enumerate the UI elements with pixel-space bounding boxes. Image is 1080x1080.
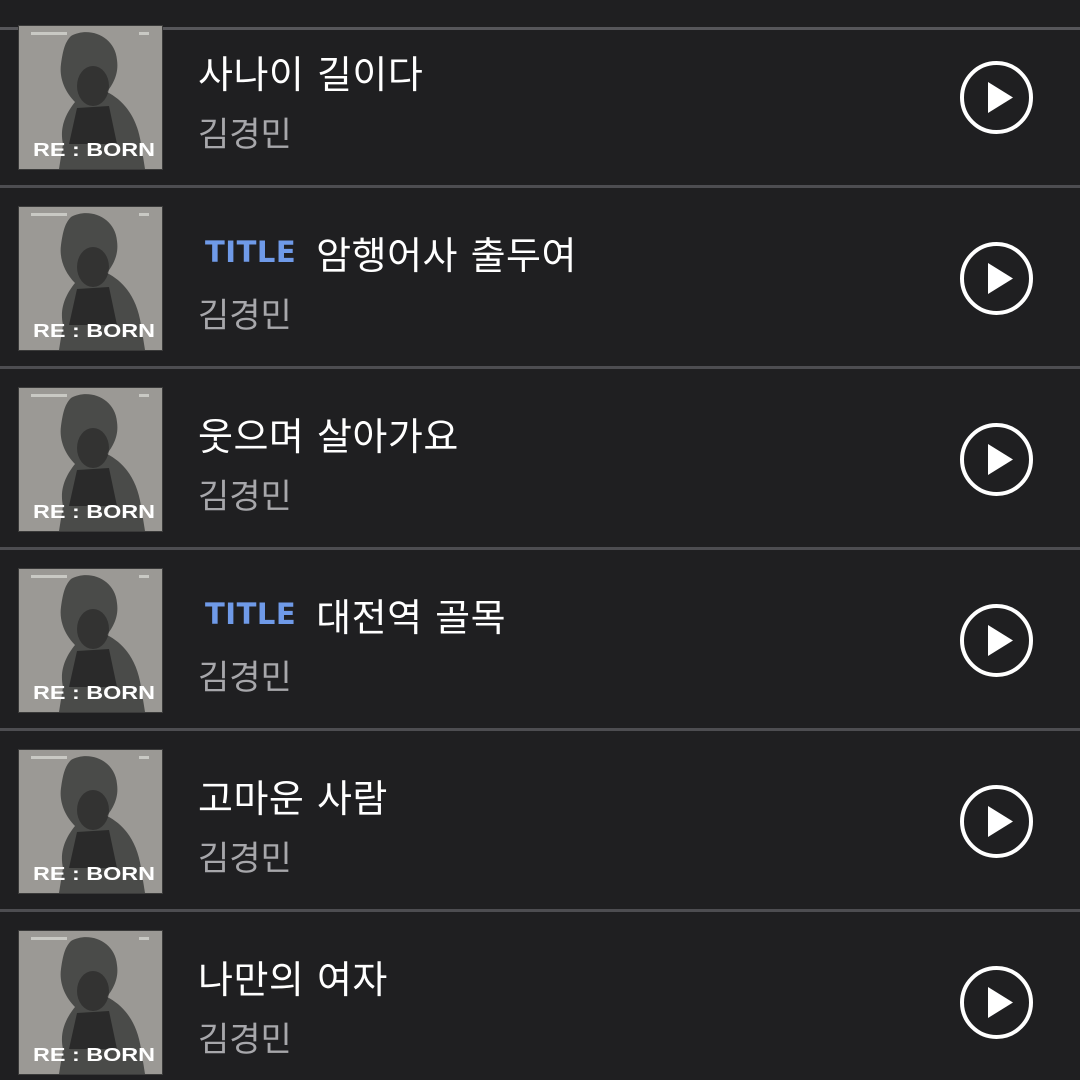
album-art: RE : BORN: [18, 25, 163, 170]
track-title-line: TITLE 대전역 골목: [198, 588, 506, 640]
album-art: RE : BORN: [18, 387, 163, 532]
track-list-screen: RE : BORN 사나이 길이다 김경민 RE : BORN TITLE 암행…: [0, 0, 1080, 1080]
track-title-line: TITLE 암행어사 출두여: [198, 226, 577, 278]
track-row[interactable]: RE : BORN 웃으며 살아가요 김경민: [0, 369, 1080, 550]
track-title: 암행어사 출두여: [316, 233, 577, 278]
track-row[interactable]: RE : BORN 사나이 길이다 김경민: [0, 7, 1080, 188]
album-art-label: RE : BORN: [33, 140, 155, 160]
album-art-label: RE : BORN: [33, 321, 155, 341]
track-title-line: 고마운 사람: [198, 769, 388, 821]
track-row[interactable]: RE : BORN 고마운 사람 김경민: [0, 731, 1080, 912]
track-row[interactable]: RE : BORN 나만의 여자 김경민: [0, 912, 1080, 1080]
album-art: RE : BORN: [18, 749, 163, 894]
track-artist: 김경민: [198, 839, 292, 879]
track-artist: 김경민: [198, 658, 292, 698]
track-artist: 김경민: [198, 115, 292, 155]
play-button[interactable]: [960, 423, 1033, 496]
album-art: RE : BORN: [18, 568, 163, 713]
album-art: RE : BORN: [18, 930, 163, 1075]
play-circle-icon: [988, 82, 1013, 113]
play-button[interactable]: [960, 242, 1033, 315]
album-art-label: RE : BORN: [33, 502, 155, 522]
album-art-label: RE : BORN: [33, 864, 155, 884]
track-title: 사나이 길이다: [198, 52, 424, 97]
play-circle-icon: [988, 444, 1013, 475]
track-row[interactable]: RE : BORN TITLE 대전역 골목 김경민: [0, 550, 1080, 731]
title-badge: TITLE: [205, 235, 297, 269]
track-title: 고마운 사람: [198, 776, 388, 821]
play-button[interactable]: [960, 604, 1033, 677]
album-art-label: RE : BORN: [33, 683, 155, 703]
play-circle-icon: [988, 263, 1013, 294]
track-title: 대전역 골목: [316, 595, 507, 640]
track-title: 나만의 여자: [198, 957, 388, 1002]
track-artist: 김경민: [198, 296, 292, 336]
play-button[interactable]: [960, 785, 1033, 858]
track-title-line: 사나이 길이다: [198, 45, 423, 97]
play-circle-icon: [988, 625, 1013, 656]
track-title: 웃으며 살아가요: [198, 414, 459, 459]
album-art: RE : BORN: [18, 206, 163, 351]
play-button[interactable]: [960, 61, 1033, 134]
track-row[interactable]: RE : BORN TITLE 암행어사 출두여 김경민: [0, 188, 1080, 369]
title-badge: TITLE: [205, 597, 297, 631]
track-list: RE : BORN 사나이 길이다 김경민 RE : BORN TITLE 암행…: [0, 7, 1080, 1080]
track-title-line: 웃으며 살아가요: [198, 407, 459, 459]
play-circle-icon: [988, 987, 1013, 1018]
album-art-label: RE : BORN: [33, 1045, 155, 1065]
track-title-line: 나만의 여자: [198, 950, 388, 1002]
track-artist: 김경민: [198, 1020, 292, 1060]
track-artist: 김경민: [198, 477, 292, 517]
play-button[interactable]: [960, 966, 1033, 1039]
play-circle-icon: [988, 806, 1013, 837]
